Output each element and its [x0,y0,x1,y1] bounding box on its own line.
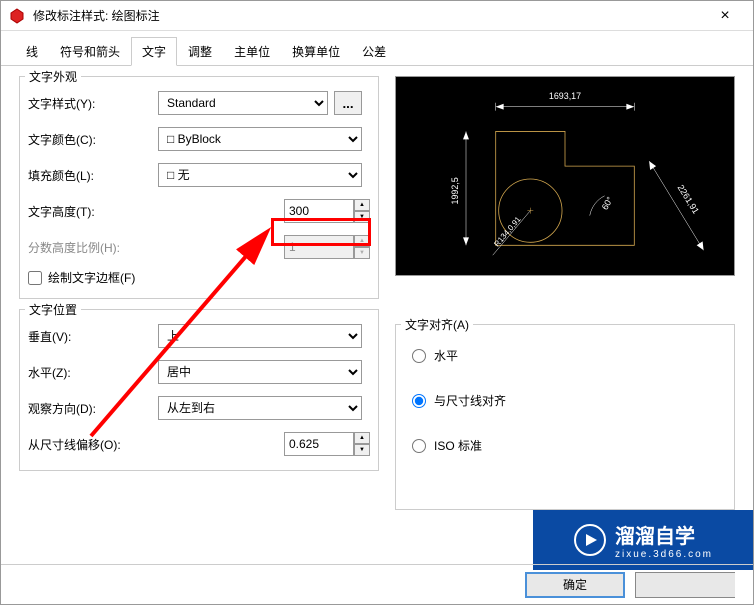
input-offset[interactable] [284,432,354,456]
tab-primary-units[interactable]: 主单位 [223,37,281,65]
preview-panel: 1693,17 1992,5 [395,76,735,276]
label-fill-color: 填充颜色(L): [28,167,158,184]
checkbox-draw-border[interactable] [28,271,42,285]
input-fraction-scale [284,235,354,259]
select-fill-color[interactable]: □ 无 [158,163,362,187]
watermark: 溜溜自学 zixue.3d66.com [533,510,753,570]
text-style-browse-button[interactable]: ... [334,91,362,115]
label-fraction-scale: 分数高度比例(H): [28,239,158,256]
tab-symbols[interactable]: 符号和箭头 [49,37,131,65]
radio-aligned[interactable] [412,394,426,408]
radio-horizontal[interactable] [412,349,426,363]
offset-spin-up[interactable]: ▲ [354,432,370,444]
input-text-height[interactable] [284,199,354,223]
tab-bar: 线 符号和箭头 文字 调整 主单位 换算单位 公差 [1,31,753,66]
select-horizontal[interactable]: 居中 [158,360,362,384]
label-align-aligned: 与尺寸线对齐 [434,392,506,409]
group-text-position: 文字位置 垂直(V): 上 水平(Z): 居中 观察方向(D): [19,309,379,471]
label-horizontal: 水平(Z): [28,364,158,381]
label-offset: 从尺寸线偏移(O): [28,436,158,453]
titlebar: 修改标注样式: 绘图标注 × [1,1,753,31]
window-title: 修改标注样式: 绘图标注 [33,7,705,24]
tab-tolerances[interactable]: 公差 [351,37,397,65]
select-text-color[interactable]: □ ByBlock [158,127,362,151]
select-vertical[interactable]: 上 [158,324,362,348]
label-align-horizontal: 水平 [434,347,458,364]
svg-text:1992,5: 1992,5 [450,177,460,204]
label-draw-border: 绘制文字边框(F) [48,269,135,286]
group-text-align: 文字对齐(A) 水平 与尺寸线对齐 ISO 标准 [395,324,735,510]
fraction-spin-down: ▼ [354,247,370,259]
svg-text:1693,17: 1693,17 [549,91,581,101]
group-title-position: 文字位置 [25,301,81,318]
tab-fit[interactable]: 调整 [177,37,223,65]
svg-text:R134,0,91: R134,0,91 [492,214,523,248]
group-title-appearance: 文字外观 [25,68,81,85]
height-spin-down[interactable]: ▼ [354,211,370,223]
offset-spin-down[interactable]: ▼ [354,444,370,456]
footer-button-2[interactable] [635,572,735,598]
label-text-color: 文字颜色(C): [28,131,158,148]
group-text-appearance: 文字外观 文字样式(Y): Standard ... 文字颜色(C): □ By… [19,76,379,299]
watermark-url: zixue.3d66.com [615,549,713,560]
label-text-height: 文字高度(T): [28,203,158,220]
select-text-style[interactable]: Standard [158,91,328,115]
app-icon [9,8,25,24]
label-align-iso: ISO 标准 [434,437,482,454]
tab-text[interactable]: 文字 [131,37,177,66]
footer: 确定 [1,564,753,604]
tab-alt-units[interactable]: 换算单位 [281,37,351,65]
fraction-spin-up: ▲ [354,235,370,247]
ok-button[interactable]: 确定 [525,572,625,598]
tab-lines[interactable]: 线 [15,37,49,65]
radio-iso[interactable] [412,439,426,453]
watermark-brand: 溜溜自学 [615,520,713,549]
height-spin-up[interactable]: ▲ [354,199,370,211]
group-title-align: 文字对齐(A) [401,316,473,333]
label-vertical: 垂直(V): [28,328,158,345]
play-icon [573,523,607,557]
label-view-direction: 观察方向(D): [28,400,158,417]
close-icon[interactable]: × [705,2,745,30]
select-view-direction[interactable]: 从左到右 [158,396,362,420]
label-text-style: 文字样式(Y): [28,95,158,112]
